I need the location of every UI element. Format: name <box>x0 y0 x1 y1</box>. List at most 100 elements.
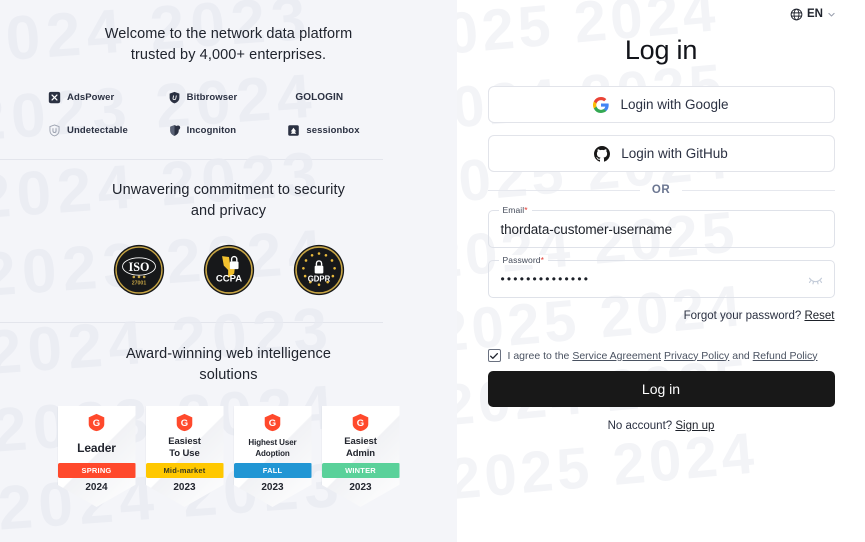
privacy-policy-link[interactable]: Privacy Policy <box>664 350 729 362</box>
g2-logo-icon: G <box>88 413 105 432</box>
svg-text:U: U <box>172 95 177 102</box>
brand-label: sessionbox <box>306 125 360 136</box>
brand-label: Bitbrowser <box>186 92 238 103</box>
g2-badge-title: Easiest Admin <box>344 436 377 459</box>
g2-badge: G Easiest To Use Mid-market 2023 <box>145 406 224 507</box>
login-page: 2024 2023 2023 2024 2024 2023 2023 2024 … <box>0 0 865 542</box>
password-label-text: Password <box>502 255 541 265</box>
awards-section: Award-winning web intelligence solutions… <box>0 323 457 507</box>
login-submit-button[interactable]: Log in <box>487 371 835 407</box>
oauth-label: Login with Google <box>620 97 729 112</box>
svg-text:G: G <box>93 418 100 429</box>
awards-title: Award-winning web intelligence solutions <box>125 346 332 383</box>
iso-badge-icon: ISO 27001 <box>113 244 164 296</box>
g2-badge: G Easiest Admin WINTER 2023 <box>321 406 400 507</box>
g2-badge: G Highest User Adoption FALL 2023 <box>233 406 312 507</box>
brand-incogniton: Incogniton <box>168 124 288 137</box>
marketing-panel: 2024 2023 2023 2024 2024 2023 2023 2024 … <box>0 0 457 542</box>
g2-badge: G Leader SPRING 2024 <box>57 406 136 507</box>
globe-icon <box>790 8 803 20</box>
g2-logo-icon: G <box>264 413 281 432</box>
chevron-down-icon <box>828 12 835 17</box>
required-mark: * <box>524 205 528 215</box>
g2-badge-band: WINTER <box>321 463 400 478</box>
trust-title: Welcome to the network data platform tru… <box>104 26 353 63</box>
svg-text:G: G <box>357 418 364 429</box>
page-title: Log in <box>624 35 698 65</box>
brand-adspower: AdsPower <box>48 91 168 104</box>
no-account-text: No account? <box>607 420 673 432</box>
g2-badge-title: Highest User Adoption <box>248 438 297 458</box>
agreement-conjunction: and <box>732 349 750 362</box>
adspower-icon <box>48 91 61 104</box>
sign-up-link[interactable]: Sign up <box>675 420 714 432</box>
svg-text:G: G <box>269 418 276 429</box>
agreement-prefix: I agree to the <box>507 349 570 362</box>
ccpa-badge-icon: CCPA <box>203 244 254 296</box>
undetectable-shield-icon <box>49 124 60 137</box>
bitbrowser-shield-icon: U <box>169 91 180 104</box>
forgot-password-text: Forgot your password? <box>683 310 802 322</box>
login-panel: 2025 2024 2024 2025 2025 2024 2024 2025 … <box>457 0 865 542</box>
g2-badge-year: 2023 <box>261 482 284 493</box>
or-divider: OR <box>487 184 835 196</box>
brand-label: AdsPower <box>67 92 115 103</box>
email-label-text: Email <box>502 205 525 215</box>
refund-policy-link[interactable]: Refund Policy <box>753 350 818 362</box>
g2-badge-year: 2024 <box>85 482 108 493</box>
email-input-value[interactable]: thordata-customer-username <box>489 222 673 237</box>
svg-text:27001: 27001 <box>131 281 146 287</box>
signup-row: No account? Sign up <box>488 420 835 432</box>
login-with-github-button[interactable]: Login with GitHub <box>487 135 835 172</box>
divider-label: OR <box>651 184 671 196</box>
gdpr-badge-icon: GDPR <box>293 244 344 296</box>
email-field[interactable]: Email* thordata-customer-username <box>487 205 835 248</box>
agreement-row: I agree to the Service Agreement Privacy… <box>487 349 835 362</box>
g2-logo-icon: G <box>176 413 193 432</box>
g2-badge-band: FALL <box>233 463 312 478</box>
brand-label: Incogniton <box>186 125 237 136</box>
brand-logo-grid: AdsPower U Bitbrowser GOLOGIN Undetectab… <box>40 91 417 159</box>
eye-off-icon[interactable] <box>808 272 823 287</box>
github-icon <box>594 145 611 162</box>
language-code: EN <box>807 8 823 20</box>
certification-row: ISO 27001 CCPA GDPR <box>40 244 417 322</box>
svg-text:G: G <box>181 418 188 429</box>
brand-label: GOLOGIN <box>295 92 344 103</box>
checkmark-icon <box>490 352 498 359</box>
svg-text:ISO: ISO <box>128 260 149 274</box>
google-icon <box>593 96 610 113</box>
g2-logo-icon: G <box>352 413 369 432</box>
g2-badge-band: Mid-market <box>145 463 224 478</box>
g2-badge-band: SPRING <box>57 463 136 478</box>
g2-badge-title: Leader <box>77 441 116 455</box>
brand-sessionbox: sessionbox <box>287 124 407 137</box>
g2-badge-year: 2023 <box>173 482 196 493</box>
svg-text:GDPR: GDPR <box>307 274 330 283</box>
brand-label: Undetectable <box>67 125 128 136</box>
brand-gologin: GOLOGIN <box>287 91 407 104</box>
incogniton-icon <box>169 125 180 136</box>
g2-badge-row: G Leader SPRING 2024 G Easiest To Use Mi… <box>24 406 433 507</box>
divider-line-right <box>682 189 835 191</box>
g2-badge-title: Easiest To Use <box>168 436 201 459</box>
brand-undetectable: Undetectable <box>48 124 168 137</box>
brand-bitbrowser: U Bitbrowser <box>168 91 288 104</box>
password-input-value[interactable]: •••••••••••••• <box>489 273 591 285</box>
security-title: Unwavering commitment to security and pr… <box>112 182 345 219</box>
trust-section: Welcome to the network data platform tru… <box>0 0 457 159</box>
language-selector[interactable]: EN <box>486 0 836 22</box>
service-agreement-link[interactable]: Service Agreement <box>572 350 661 362</box>
required-mark: * <box>540 255 545 265</box>
g2-badge-year: 2023 <box>349 482 372 493</box>
login-with-google-button[interactable]: Login with Google <box>487 86 835 123</box>
reset-password-link[interactable]: Reset <box>804 310 834 322</box>
svg-text:CCPA: CCPA <box>215 273 241 284</box>
agreement-checkbox[interactable] <box>487 349 501 362</box>
password-field-label: Password* <box>498 255 549 265</box>
password-field[interactable]: Password* •••••••••••••• <box>487 255 835 298</box>
oauth-label: Login with GitHub <box>621 146 728 161</box>
forgot-password-row: Forgot your password? Reset <box>488 310 835 322</box>
divider-line-left <box>487 189 640 191</box>
security-section: Unwavering commitment to security and pr… <box>0 160 457 322</box>
